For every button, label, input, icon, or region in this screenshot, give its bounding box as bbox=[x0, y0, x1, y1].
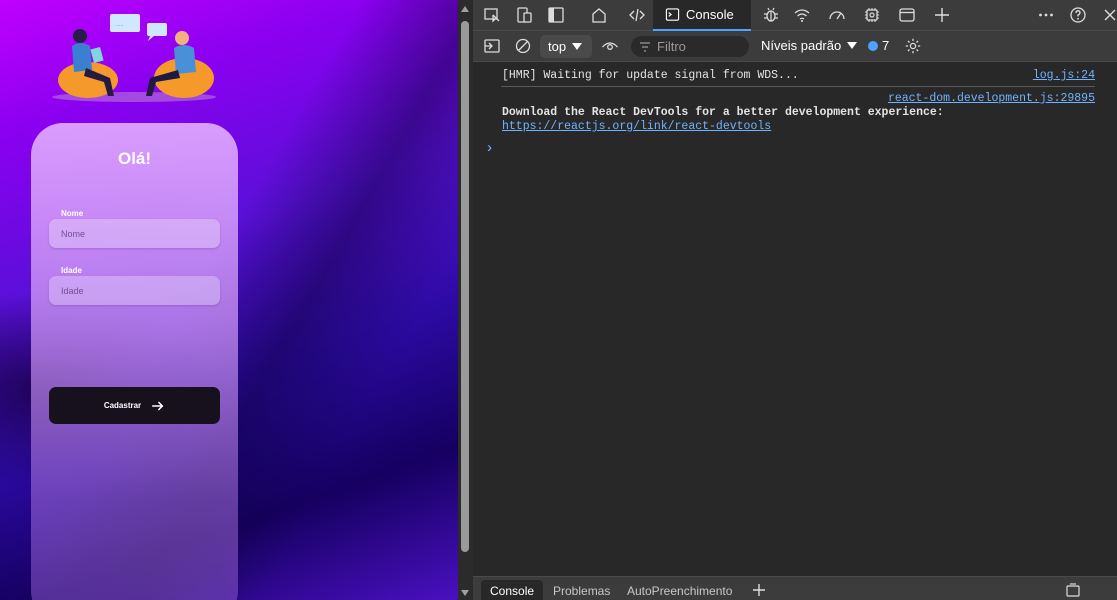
drawer-add-tab-plus-icon[interactable] bbox=[749, 580, 769, 600]
issues-counter[interactable]: 7 bbox=[868, 38, 889, 53]
devtools-panel: Console top Filtro Níveis padrão 7 [HMR]… bbox=[473, 0, 1117, 600]
card-title: Olá! bbox=[117, 149, 152, 168]
console-output: [HMR] Waiting for update signal from WDS… bbox=[473, 62, 1117, 576]
more-options-icon[interactable] bbox=[1036, 5, 1056, 25]
clear-console-icon[interactable] bbox=[513, 36, 533, 56]
drawer-tab-console[interactable]: Console bbox=[490, 584, 534, 598]
name-label: Nome bbox=[61, 209, 84, 218]
scroll-up-arrow-icon[interactable] bbox=[461, 6, 469, 12]
console-prompt-chevron-icon[interactable]: › bbox=[485, 140, 494, 157]
react-devtools-link[interactable]: https://reactjs.org/link/react-devtools bbox=[502, 120, 771, 133]
welcome-home-icon[interactable] bbox=[589, 5, 609, 25]
message-divider bbox=[501, 86, 1095, 87]
context-selector-value: top bbox=[548, 39, 567, 54]
age-input[interactable] bbox=[49, 276, 220, 305]
inspect-element-icon[interactable] bbox=[482, 5, 502, 25]
device-emulation-icon[interactable] bbox=[514, 5, 534, 25]
console-message: [HMR] Waiting for update signal from WDS… bbox=[502, 69, 799, 82]
register-button[interactable]: Cadastrar bbox=[49, 387, 220, 424]
scroll-down-arrow-icon[interactable] bbox=[461, 590, 469, 596]
tab-console-label: Console bbox=[686, 7, 734, 22]
arrow-right-icon bbox=[152, 401, 164, 410]
people-chatting-illustration: ... bbox=[52, 14, 216, 102]
network-wifi-icon[interactable] bbox=[792, 5, 812, 25]
application-window-icon[interactable] bbox=[897, 5, 917, 25]
chevron-down-icon bbox=[572, 43, 583, 50]
performance-gauge-icon[interactable] bbox=[827, 5, 847, 25]
drawer-tab-autofill[interactable]: AutoPreenchimento bbox=[627, 584, 732, 598]
register-button-label: Cadastrar bbox=[103, 401, 142, 410]
context-selector[interactable]: top bbox=[540, 35, 592, 58]
add-tab-plus-icon[interactable] bbox=[932, 5, 952, 25]
scrollbar-thumb[interactable] bbox=[461, 21, 469, 552]
filter-placeholder: Filtro bbox=[657, 39, 686, 54]
sources-bug-icon[interactable] bbox=[761, 5, 781, 25]
devtools-tabbar: Console bbox=[473, 0, 1117, 31]
filter-funnel-icon bbox=[640, 41, 650, 52]
sidebar-toggle-icon[interactable] bbox=[482, 36, 502, 56]
drawer-tab-problems[interactable]: Problemas bbox=[553, 584, 610, 598]
log-levels-label: Níveis padrão bbox=[761, 38, 842, 53]
log-levels-dropdown[interactable]: Níveis padrão bbox=[761, 38, 858, 53]
console-toolbar: top Filtro Níveis padrão 7 bbox=[473, 31, 1117, 62]
elements-code-icon[interactable] bbox=[627, 5, 647, 25]
console-message: Download the React DevTools for a better… bbox=[502, 106, 944, 119]
chat-bubble-text: ... bbox=[116, 18, 124, 28]
register-card: Olá! Nome Idade Cadastrar bbox=[31, 123, 238, 600]
console-icon bbox=[665, 8, 680, 21]
memory-chip-icon[interactable] bbox=[862, 5, 882, 25]
app-viewport: ... Olá! Nome Idade Cadastrar bbox=[0, 0, 458, 600]
close-devtools-icon[interactable] bbox=[1100, 5, 1117, 25]
issues-bubble-icon bbox=[868, 40, 878, 51]
tab-console[interactable]: Console bbox=[653, 0, 751, 31]
help-question-icon[interactable] bbox=[1068, 5, 1088, 25]
page-scrollbar[interactable] bbox=[458, 0, 473, 600]
dock-side-icon[interactable] bbox=[546, 5, 566, 25]
filter-input[interactable]: Filtro bbox=[631, 36, 749, 57]
message-source-link[interactable]: react-dom.development.js:29895 bbox=[888, 92, 1095, 105]
message-source-link[interactable]: log.js:24 bbox=[1033, 69, 1095, 82]
live-expression-eye-icon[interactable] bbox=[600, 36, 620, 56]
name-input[interactable] bbox=[49, 219, 220, 248]
issues-count: 7 bbox=[882, 38, 890, 53]
chevron-down-icon bbox=[847, 42, 858, 49]
console-settings-gear-icon[interactable] bbox=[903, 36, 923, 56]
drawer-dock-icon[interactable] bbox=[1063, 580, 1083, 600]
devtools-drawer: Console Problemas AutoPreenchimento bbox=[473, 576, 1117, 600]
age-label: Idade bbox=[61, 266, 82, 275]
